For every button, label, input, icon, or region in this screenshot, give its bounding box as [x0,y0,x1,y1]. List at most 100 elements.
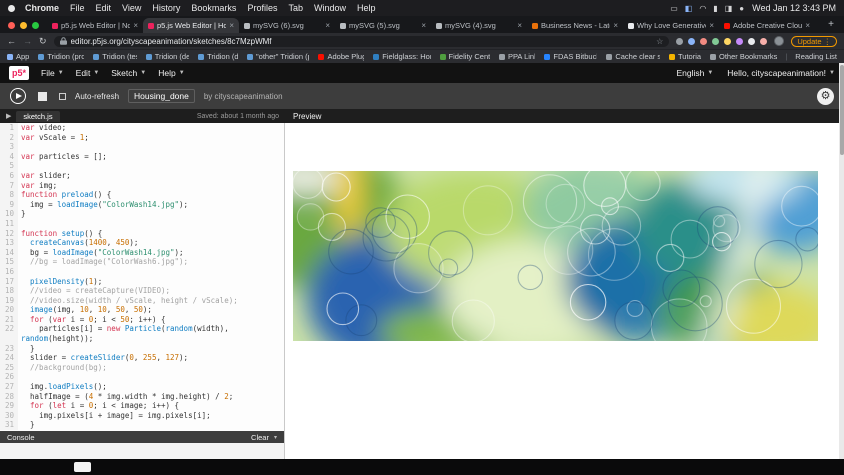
profile-avatar[interactable] [774,36,784,46]
console-collapse-icon[interactable]: ▾ [274,434,277,441]
bookmark-item[interactable]: Tridion (prod) [38,52,84,61]
browser-tab[interactable]: mySVG (4).svg× [431,18,527,33]
p5-logo[interactable]: p5* [9,66,29,80]
menubar-item-history[interactable]: History [152,3,180,13]
code-line[interactable]: 20 image(img, 10, 10, 50, 50); [0,305,284,315]
p5-menu-edit[interactable]: Edit▼ [76,68,100,78]
browser-tab[interactable]: Adobe Creative Cloud E× [719,18,815,33]
code-line[interactable]: 28 halfImage = (4 * img.width * img.heig… [0,392,284,402]
bookmark-item[interactable]: FDAS Bitbucket [544,52,597,61]
menubar-item-file[interactable]: File [70,3,85,13]
code-line[interactable]: 1var video; [0,123,284,133]
code-line[interactable]: 19 //video.size(width / vScale, height /… [0,296,284,306]
tab-close-icon[interactable]: × [805,21,810,30]
menubar-item-edit[interactable]: Edit [96,3,112,13]
bookmark-star-icon[interactable]: ☆ [656,37,663,46]
code-line[interactable]: 15 //bg = loadImage("ColorWash6.jpg"); [0,257,284,267]
bookmark-item[interactable]: Cache clear site [606,52,660,61]
other-bookmarks-button[interactable]: Other Bookmarks [710,52,777,61]
bookmark-item[interactable]: Adobe Plugin [318,52,364,61]
code-line[interactable]: 26 [0,372,284,382]
code-line[interactable]: 13 createCanvas(1400, 450); [0,238,284,248]
screen-mirroring-icon[interactable]: ▭ [670,4,678,13]
code-line[interactable]: 7var img; [0,181,284,191]
code-line[interactable]: 27 img.loadPixels(); [0,382,284,392]
window-minimize-button[interactable] [20,22,27,29]
code-line[interactable]: 24 slider = createSlider(0, 255, 127); [0,353,284,363]
code-line[interactable]: 9 img = loadImage("ColorWash14.jpg"); [0,200,284,210]
url-text[interactable]: editor.p5js.org/cityscapeanimation/sketc… [71,37,653,46]
bookmark-item[interactable]: Fieldglass: Home [373,52,430,61]
p5-menu-help[interactable]: Help▼ [158,68,184,78]
back-button[interactable]: ← [7,37,16,46]
account-menu[interactable]: Hello, cityscapeanimation! ▼ [727,68,835,78]
reload-button[interactable]: ↻ [39,37,47,46]
code-editor[interactable]: 1var video;2var vScale = 1;34var particl… [0,123,284,431]
extension-icon[interactable] [748,38,755,45]
menubar-item-bookmarks[interactable]: Bookmarks [191,3,236,13]
code-line[interactable]: 25 //background(bg); [0,363,284,373]
code-line[interactable]: 14 bg = loadImage("ColorWash14.jpg"); [0,248,284,258]
console-header[interactable]: Console Clear ▾ [0,431,284,443]
bookmark-item[interactable]: Tridion (test) [93,52,136,61]
bookmark-item[interactable]: "other" Tridion (pr... [247,52,309,61]
code-line[interactable]: 21 for (var i = 0; i < 50; i++) { [0,315,284,325]
code-line[interactable]: 22 particles[i] = new Particle(random(wi… [0,324,284,343]
code-line[interactable]: 23 } [0,344,284,354]
browser-tab[interactable]: p5.js Web Editor | Housi× [143,18,239,33]
bookmark-item[interactable]: Tridion (dit) [198,52,238,61]
extension-icon[interactable] [700,38,707,45]
code-line[interactable]: 8function preload() { [0,190,284,200]
tab-close-icon[interactable]: × [325,21,330,30]
menubar-clock[interactable]: Wed Jan 12 3:43 PM [752,3,836,13]
bookmark-item[interactable]: Fidelity Central [440,52,490,61]
stop-button[interactable] [38,92,47,101]
apple-menu-icon[interactable] [8,5,15,12]
bookmark-item[interactable]: Apps [7,52,29,61]
code-line[interactable]: 31 } [0,420,284,430]
code-line[interactable]: 5 [0,161,284,171]
code-line[interactable]: 4var particles = []; [0,152,284,162]
bookmark-item[interactable]: PPA Links [499,52,535,61]
menubar-item-help[interactable]: Help [357,3,376,13]
wifi-icon[interactable]: ◠ [699,4,706,13]
extension-icon[interactable] [736,38,743,45]
browser-tab[interactable]: Why Love Generative Ar× [623,18,719,33]
p5-menu-file[interactable]: File▼ [41,68,64,78]
bookmark-item[interactable]: Tutorials [669,52,701,61]
reading-list-button[interactable]: Reading List [795,52,837,61]
code-line[interactable]: 3 [0,142,284,152]
tab-close-icon[interactable]: × [421,21,426,30]
forward-button[interactable]: → [23,37,32,46]
sidebar-expand-icon[interactable]: ▶ [6,112,11,120]
window-zoom-button[interactable] [32,22,39,29]
background-window-fragment[interactable] [74,462,91,472]
code-line[interactable]: 30 img.pixels[i + image] = img.pixels[i]… [0,411,284,421]
code-line[interactable]: 6var slider; [0,171,284,181]
sketch-name-field[interactable]: Housing_done [128,89,195,103]
page-scrollbar[interactable] [839,63,844,459]
bluetooth-icon[interactable]: ◧ [685,4,693,13]
code-line[interactable]: 18 //video = createCapture(VIDEO); [0,286,284,296]
language-selector[interactable]: English ▼ [676,68,713,78]
code-line[interactable]: 16 [0,267,284,277]
browser-tab[interactable]: mySVG (5).svg× [335,18,431,33]
extension-icon[interactable] [724,38,731,45]
menubar-item-profiles[interactable]: Profiles [247,3,277,13]
extension-icon[interactable] [676,38,683,45]
browser-tab[interactable]: p5.js Web Editor | Noneli× [47,18,143,33]
battery-icon[interactable]: ▮ [713,4,717,13]
file-tab-sketchjs[interactable]: sketch.js [16,111,59,122]
tab-close-icon[interactable]: × [709,21,714,30]
window-close-button[interactable] [8,22,15,29]
code-line[interactable]: 29 for (let i = 0; i < image; i++) { [0,401,284,411]
tab-close-icon[interactable]: × [229,21,234,30]
auto-refresh-checkbox[interactable] [59,93,66,100]
code-line[interactable]: 11 [0,219,284,229]
code-line[interactable]: 10} [0,209,284,219]
play-button[interactable] [10,88,26,104]
menubar-item-window[interactable]: Window [314,3,346,13]
chrome-update-button[interactable]: Update ⋮ [791,36,837,47]
code-line[interactable]: 17 pixelDensity(1); [0,277,284,287]
extension-icon[interactable] [688,38,695,45]
